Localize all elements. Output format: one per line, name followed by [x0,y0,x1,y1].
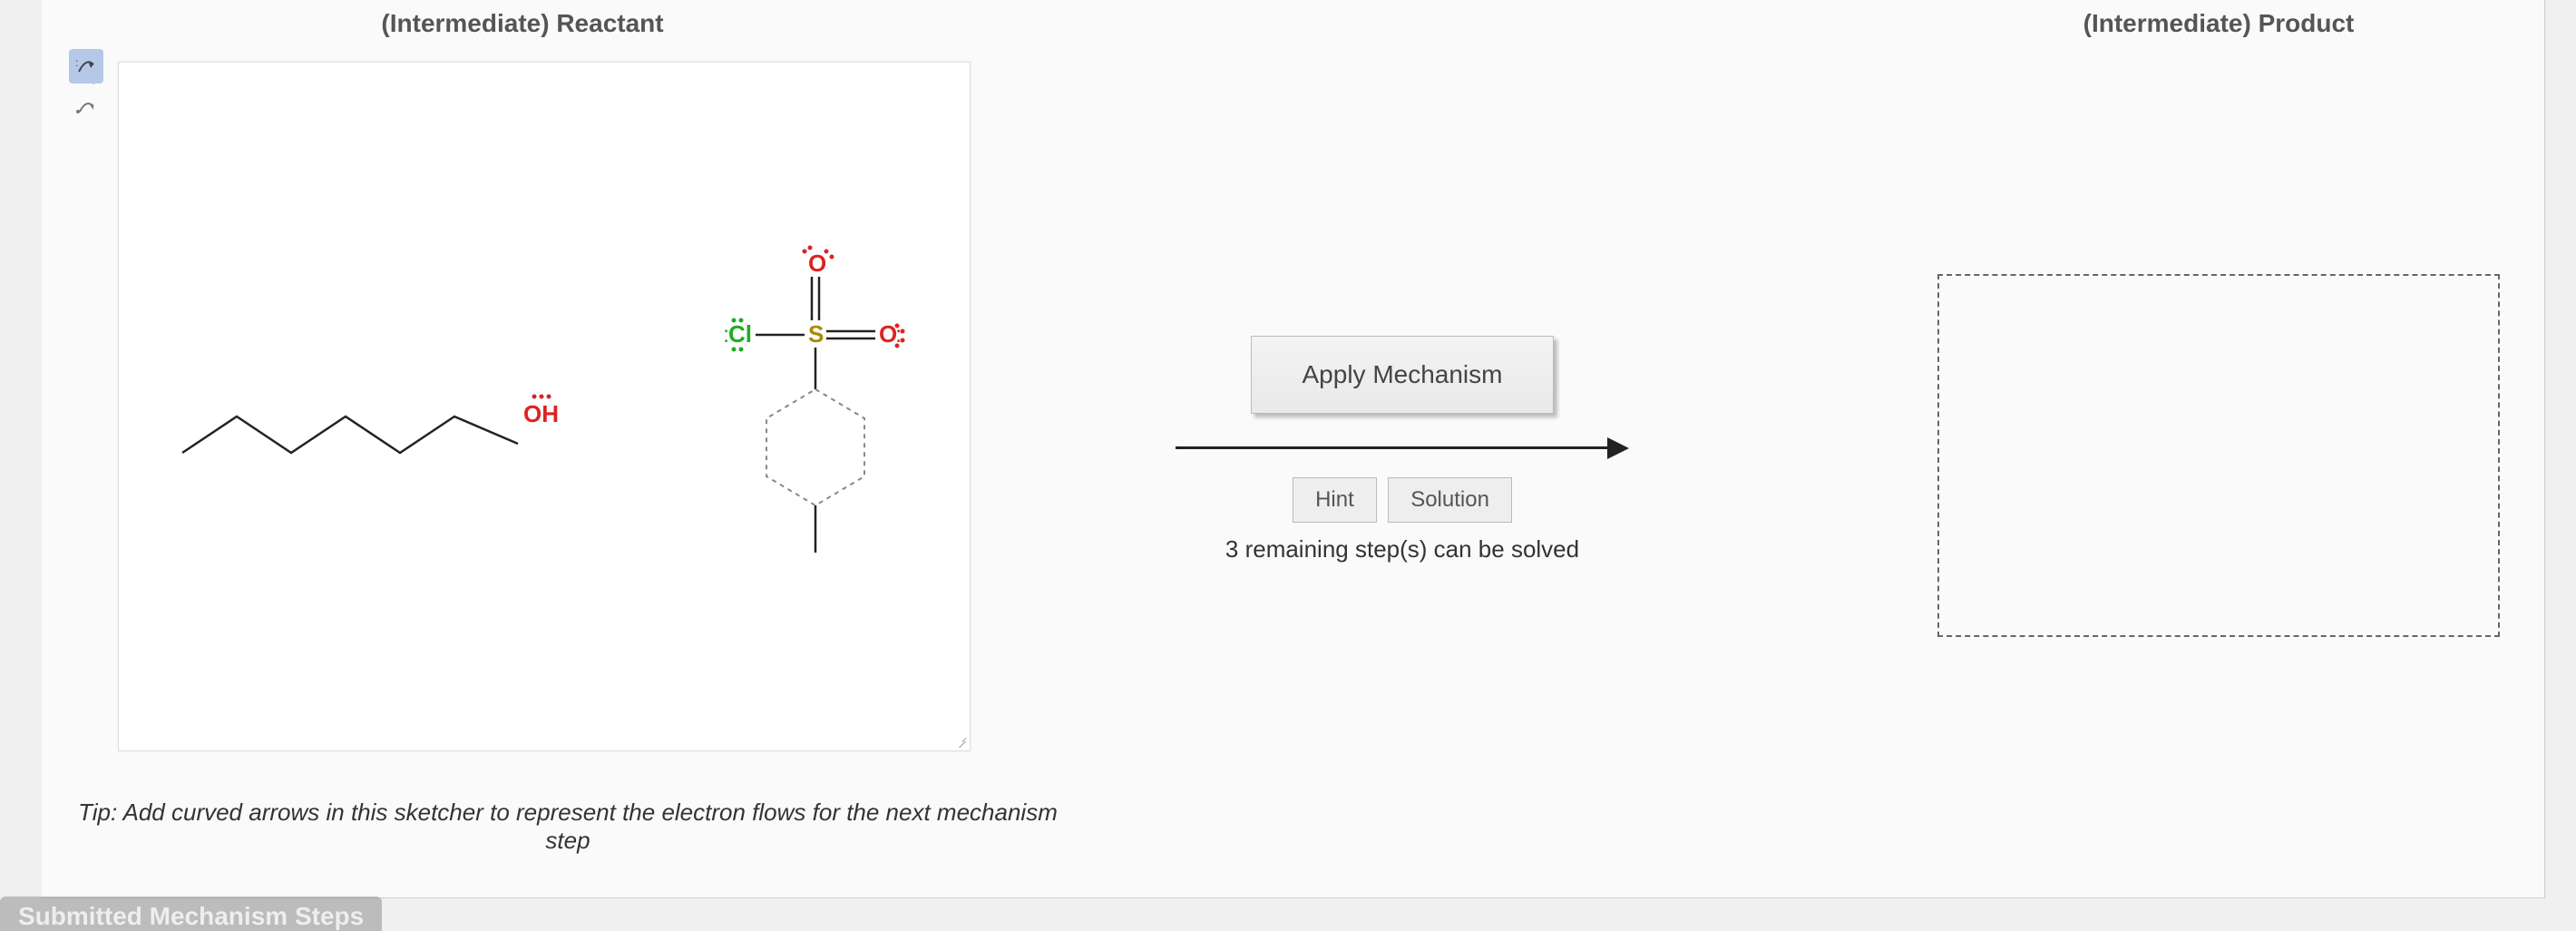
mechanism-action-column: Apply Mechanism Hint Solution 3 remainin… [1130,9,1674,564]
single-electron-arrow-tool[interactable] [69,91,103,125]
remaining-steps-text: 3 remaining step(s) can be solved [1130,535,1674,564]
sketcher-tip-text: Tip: Add curved arrows in this sketcher … [69,799,1067,855]
hint-button[interactable]: Hint [1293,477,1377,523]
reactant-column: (Intermediate) Reactant [69,9,976,96]
mechanism-panel: (Intermediate) Reactant [42,0,2545,898]
product-title: (Intermediate) Product [1910,9,2527,38]
reaction-arrow-icon [1176,434,1629,461]
atom-label-cl: Cl [728,320,752,348]
hint-solution-row: Hint Solution [1130,477,1674,523]
sketcher-side-toolbar: : [69,49,103,125]
submitted-mechanism-steps-tab[interactable]: Submitted Mechanism Steps [0,897,382,931]
atom-label-o-top: O [808,250,826,277]
svg-text::: : [75,56,78,69]
svg-text::: : [895,320,902,348]
apply-mechanism-button[interactable]: Apply Mechanism [1251,336,1555,414]
product-drop-zone[interactable] [1937,274,2500,637]
electron-pair-arrow-tool[interactable]: : [69,49,103,83]
molecule-drawing: OH Cl : S [119,63,971,752]
atom-label-oh: OH [523,400,559,427]
reactant-sketcher-canvas[interactable]: OH Cl : S [118,62,971,751]
solution-button[interactable]: Solution [1388,477,1512,523]
resize-handle-icon[interactable] [955,736,968,749]
atom-label-s: S [808,320,824,348]
product-column: (Intermediate) Product [1910,9,2527,637]
svg-text::: : [723,320,729,348]
reactant-title: (Intermediate) Reactant [69,9,976,38]
